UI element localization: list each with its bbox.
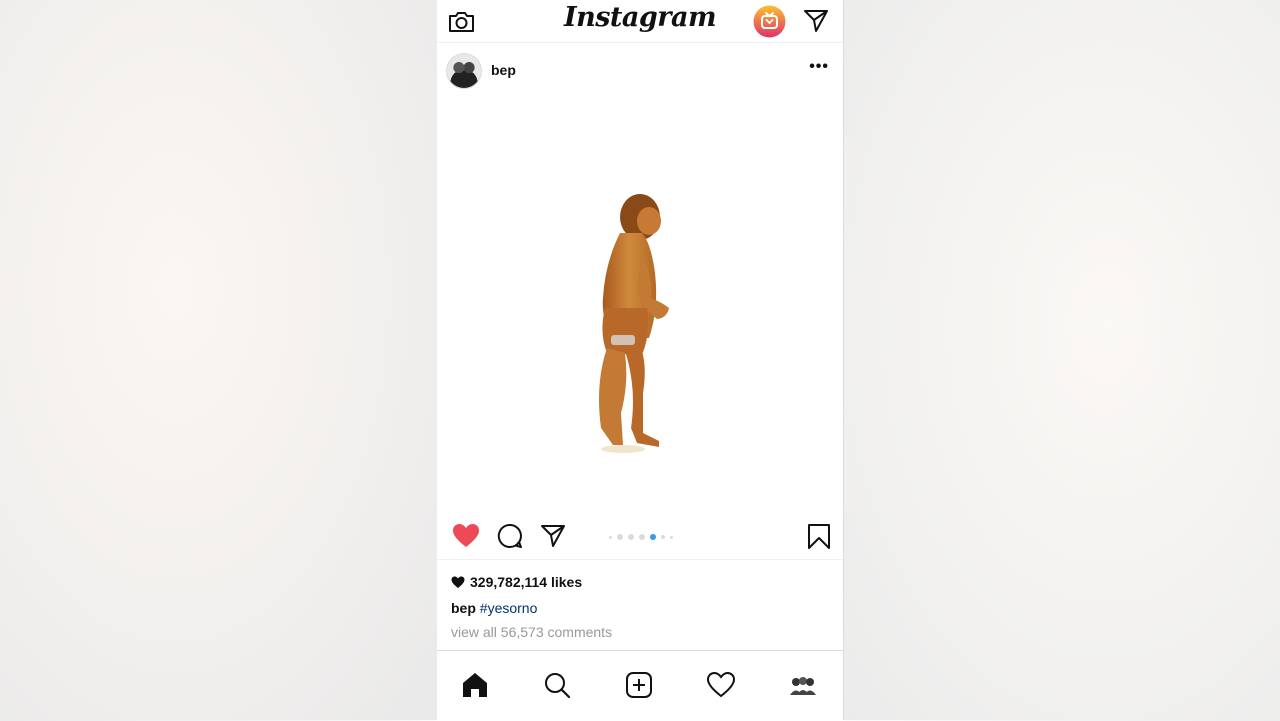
carousel-dot (609, 535, 612, 539)
post-header: bep ••• (437, 52, 843, 89)
likes-count[interactable]: 329,782,114 likes (451, 574, 582, 590)
carousel-dot (639, 534, 645, 540)
igtv-icon[interactable] (752, 4, 786, 38)
background-blur-right (843, 0, 1280, 720)
user-avatar[interactable] (446, 53, 482, 89)
paper-plane-icon[interactable] (801, 6, 831, 36)
caption-username[interactable]: bep (451, 600, 476, 616)
activity-heart-icon[interactable] (701, 665, 741, 705)
comment-icon[interactable] (495, 521, 525, 551)
carousel-dot-active (650, 534, 656, 540)
more-options-icon[interactable]: ••• (809, 58, 829, 76)
bottom-tab-bar (437, 650, 843, 721)
carousel-dot (628, 534, 634, 540)
view-comments-link[interactable]: view all 56,573 comments (451, 624, 612, 640)
add-post-icon[interactable] (619, 665, 659, 705)
post-media[interactable] (437, 93, 843, 505)
like-heart-icon[interactable] (451, 521, 481, 551)
small-heart-icon (451, 576, 465, 588)
background-blur-left (0, 0, 437, 720)
profile-avatar[interactable] (783, 665, 823, 705)
carousel-dot (661, 535, 665, 539)
caption-hashtag[interactable]: #yesorno (480, 600, 538, 616)
carousel-dot (617, 534, 623, 540)
caveman-figure-image (599, 194, 669, 453)
likes-count-text: 329,782,114 likes (470, 574, 583, 590)
home-icon[interactable] (455, 665, 495, 705)
instagram-app: Instagram bep ••• 329,782,114 likes bep … (437, 0, 844, 721)
post-caption: bep #yesorno (451, 600, 537, 616)
search-icon[interactable] (537, 665, 577, 705)
carousel-dot (670, 535, 673, 539)
bookmark-icon[interactable] (805, 521, 833, 551)
post-username[interactable]: bep (491, 62, 516, 78)
post-action-bar (437, 515, 843, 560)
carousel-indicator (609, 534, 673, 540)
top-bar: Instagram (437, 0, 843, 43)
share-icon[interactable] (538, 521, 568, 551)
